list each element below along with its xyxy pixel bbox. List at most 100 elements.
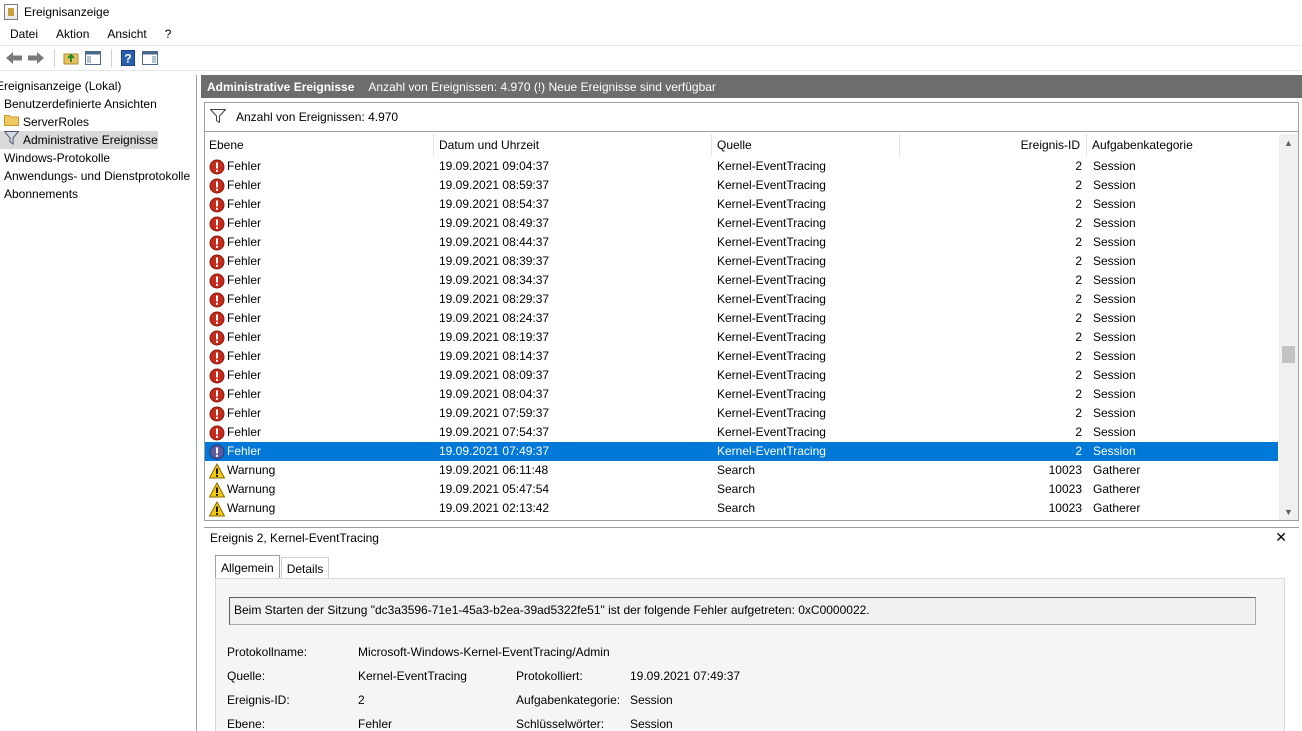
level-text: Fehler xyxy=(227,273,262,287)
menu-bar: Datei Aktion Ansicht ? xyxy=(0,24,1302,44)
column-header-ebene[interactable]: Ebene xyxy=(205,134,434,156)
close-icon[interactable]: ✕ xyxy=(1275,529,1287,546)
level-text: Fehler xyxy=(227,235,262,249)
value-ebene: Fehler xyxy=(358,717,393,731)
cell-event-id: 2 xyxy=(1075,349,1082,363)
cell-task-category: Gatherer xyxy=(1093,482,1141,496)
error-icon xyxy=(209,330,227,346)
cell-level: Fehler xyxy=(209,290,261,309)
cell-date: 19.09.2021 08:24:37 xyxy=(439,311,550,325)
cell-level: Fehler xyxy=(209,347,261,366)
tab-allgemein[interactable]: Allgemein xyxy=(215,555,280,579)
table-row[interactable]: Fehler 19.09.2021 08:19:37 Kernel-EventTra… xyxy=(205,328,1278,347)
column-header-ereignis-id[interactable]: Ereignis-ID xyxy=(901,134,1087,156)
table-row[interactable]: Fehler 19.09.2021 08:34:37 Kernel-EventTra… xyxy=(205,271,1278,290)
tree-item-serverroles[interactable]: ServerRoles xyxy=(4,113,89,131)
table-row[interactable]: Fehler 19.09.2021 09:04:37 Kernel-EventTra… xyxy=(205,157,1278,176)
toolbar-separator xyxy=(54,49,55,67)
table-row[interactable]: Warnung 19.09.2021 06:11:48 Search 10023 Gat… xyxy=(205,461,1278,480)
label-ereignis-id: Ereignis-ID: xyxy=(227,693,290,707)
column-header-quelle[interactable]: Quelle xyxy=(713,134,900,156)
cell-source: Search xyxy=(717,463,756,477)
table-row[interactable]: Fehler 19.09.2021 07:59:37 Kernel-EventTra… xyxy=(205,404,1278,423)
back-icon[interactable] xyxy=(4,48,24,68)
table-row[interactable]: Fehler 19.09.2021 08:14:37 Kernel-EventTra… xyxy=(205,347,1278,366)
menu-datei[interactable]: Datei xyxy=(4,27,44,41)
main-header: Administrative Ereignisse Anzahl von Ere… xyxy=(201,75,1302,98)
cell-level: Warnung xyxy=(209,461,275,480)
menu-ansicht[interactable]: Ansicht xyxy=(101,27,152,41)
error-icon xyxy=(209,444,227,460)
label-protokollname: Protokollname: xyxy=(227,645,308,659)
help-icon[interactable]: ? xyxy=(118,48,138,68)
forward-icon[interactable] xyxy=(26,48,46,68)
error-icon xyxy=(209,425,227,441)
table-row[interactable]: Fehler 19.09.2021 07:49:37 Kernel-EventTra… xyxy=(205,442,1278,461)
event-list: Anzahl von Ereignissen: 4.970 Ebene Datu… xyxy=(204,102,1299,521)
cell-task-category: Session xyxy=(1093,235,1136,249)
scroll-up-icon[interactable]: ▲ xyxy=(1279,134,1298,151)
cell-source: Kernel-EventTracing xyxy=(717,235,826,249)
column-header-datum-und-uhrzeit[interactable]: Datum und Uhrzeit xyxy=(435,134,712,156)
column-header-aufgabenkategorie[interactable]: Aufgabenkategorie xyxy=(1088,134,1278,156)
cell-task-category: Session xyxy=(1093,406,1136,420)
error-icon xyxy=(209,216,227,232)
table-row[interactable]: Fehler 19.09.2021 08:24:37 Kernel-EventTra… xyxy=(205,309,1278,328)
tree-item-administrative-ereignisse[interactable]: Administrative Ereignisse xyxy=(0,130,158,149)
vertical-scrollbar[interactable]: ▲ ▼ xyxy=(1279,134,1298,520)
table-row[interactable]: Warnung 19.09.2021 05:47:54 Search 10023 Gat… xyxy=(205,480,1278,499)
table-row[interactable]: Fehler 19.09.2021 08:44:37 Kernel-EventTra… xyxy=(205,233,1278,252)
folder-icon xyxy=(4,113,19,131)
tree-item-windows-protokolle[interactable]: Windows-Protokolle xyxy=(4,149,110,167)
level-text: Fehler xyxy=(227,444,262,458)
cell-date: 19.09.2021 08:49:37 xyxy=(439,216,550,230)
level-text: Warnung xyxy=(227,482,276,496)
level-text: Fehler xyxy=(227,330,262,344)
tree-item-abonnements[interactable]: Abonnements xyxy=(4,185,78,203)
tree-item-label: Ereignisanzeige (Lokal) xyxy=(0,79,122,93)
cell-level: Fehler xyxy=(209,404,261,423)
cell-level: Fehler xyxy=(209,233,261,252)
cell-event-id: 2 xyxy=(1075,216,1082,230)
table-row[interactable]: Fehler 19.09.2021 07:54:37 Kernel-EventTra… xyxy=(205,423,1278,442)
scrollbar-thumb[interactable] xyxy=(1282,346,1295,363)
tab-details[interactable]: Details xyxy=(280,557,330,579)
cell-date: 19.09.2021 08:44:37 xyxy=(439,235,550,249)
table-row[interactable]: Warnung 19.09.2021 02:13:42 Search 10023 Gat… xyxy=(205,499,1278,518)
show-hide-action-pane-icon[interactable] xyxy=(140,48,160,68)
show-hide-tree-icon[interactable] xyxy=(83,48,103,68)
error-icon xyxy=(209,292,227,308)
folder-up-icon[interactable] xyxy=(61,48,81,68)
cell-level: Fehler xyxy=(209,157,261,176)
cell-source: Kernel-EventTracing xyxy=(717,444,826,458)
event-message[interactable]: Beim Starten der Sitzung "dc3a3596-71e1-… xyxy=(229,597,1256,625)
level-text: Fehler xyxy=(227,406,262,420)
cell-level: Fehler xyxy=(209,252,261,271)
cell-level: Fehler xyxy=(209,366,261,385)
menu-aktion[interactable]: Aktion xyxy=(50,27,95,41)
table-row[interactable]: Fehler 19.09.2021 08:09:37 Kernel-EventTra… xyxy=(205,366,1278,385)
value-ereignis-id: 2 xyxy=(358,693,365,707)
value-protokolliert: 19.09.2021 07:49:37 xyxy=(630,669,741,683)
cell-task-category: Session xyxy=(1093,444,1136,458)
cell-event-id: 2 xyxy=(1075,273,1082,287)
table-row[interactable]: Fehler 19.09.2021 08:54:37 Kernel-EventTra… xyxy=(205,195,1278,214)
table-row[interactable]: Fehler 19.09.2021 08:49:37 Kernel-EventTra… xyxy=(205,214,1278,233)
toolbar-separator xyxy=(111,49,112,67)
tree-item-ereignisanzeige-lokal[interactable]: Ereignisanzeige (Lokal) xyxy=(0,77,121,95)
table-row[interactable]: Fehler 19.09.2021 08:59:37 Kernel-EventTra… xyxy=(205,176,1278,195)
tree-item-benutzerdefinierte-ansichten[interactable]: Benutzerdefinierte Ansichten xyxy=(4,95,157,113)
value-protokollname: Microsoft-Windows-Kernel-EventTracing/Ad… xyxy=(358,645,610,659)
cell-source: Kernel-EventTracing xyxy=(717,254,826,268)
table-row[interactable]: Fehler 19.09.2021 08:29:37 Kernel-EventTra… xyxy=(205,290,1278,309)
table-row[interactable]: Fehler 19.09.2021 08:39:37 Kernel-EventTra… xyxy=(205,252,1278,271)
cell-task-category: Session xyxy=(1093,273,1136,287)
error-icon xyxy=(209,311,227,327)
tree-item-label: Windows-Protokolle xyxy=(4,151,111,165)
scroll-down-icon[interactable]: ▼ xyxy=(1279,503,1298,520)
error-icon xyxy=(209,254,227,270)
table-row[interactable]: Fehler 19.09.2021 08:04:37 Kernel-EventTra… xyxy=(205,385,1278,404)
detail-tabs: Allgemein Details xyxy=(215,555,330,579)
tree-item-anwendungs-und-dienstprotokolle[interactable]: Anwendungs- und Dienstprotokolle xyxy=(4,167,190,185)
menu-help[interactable]: ? xyxy=(159,27,178,41)
